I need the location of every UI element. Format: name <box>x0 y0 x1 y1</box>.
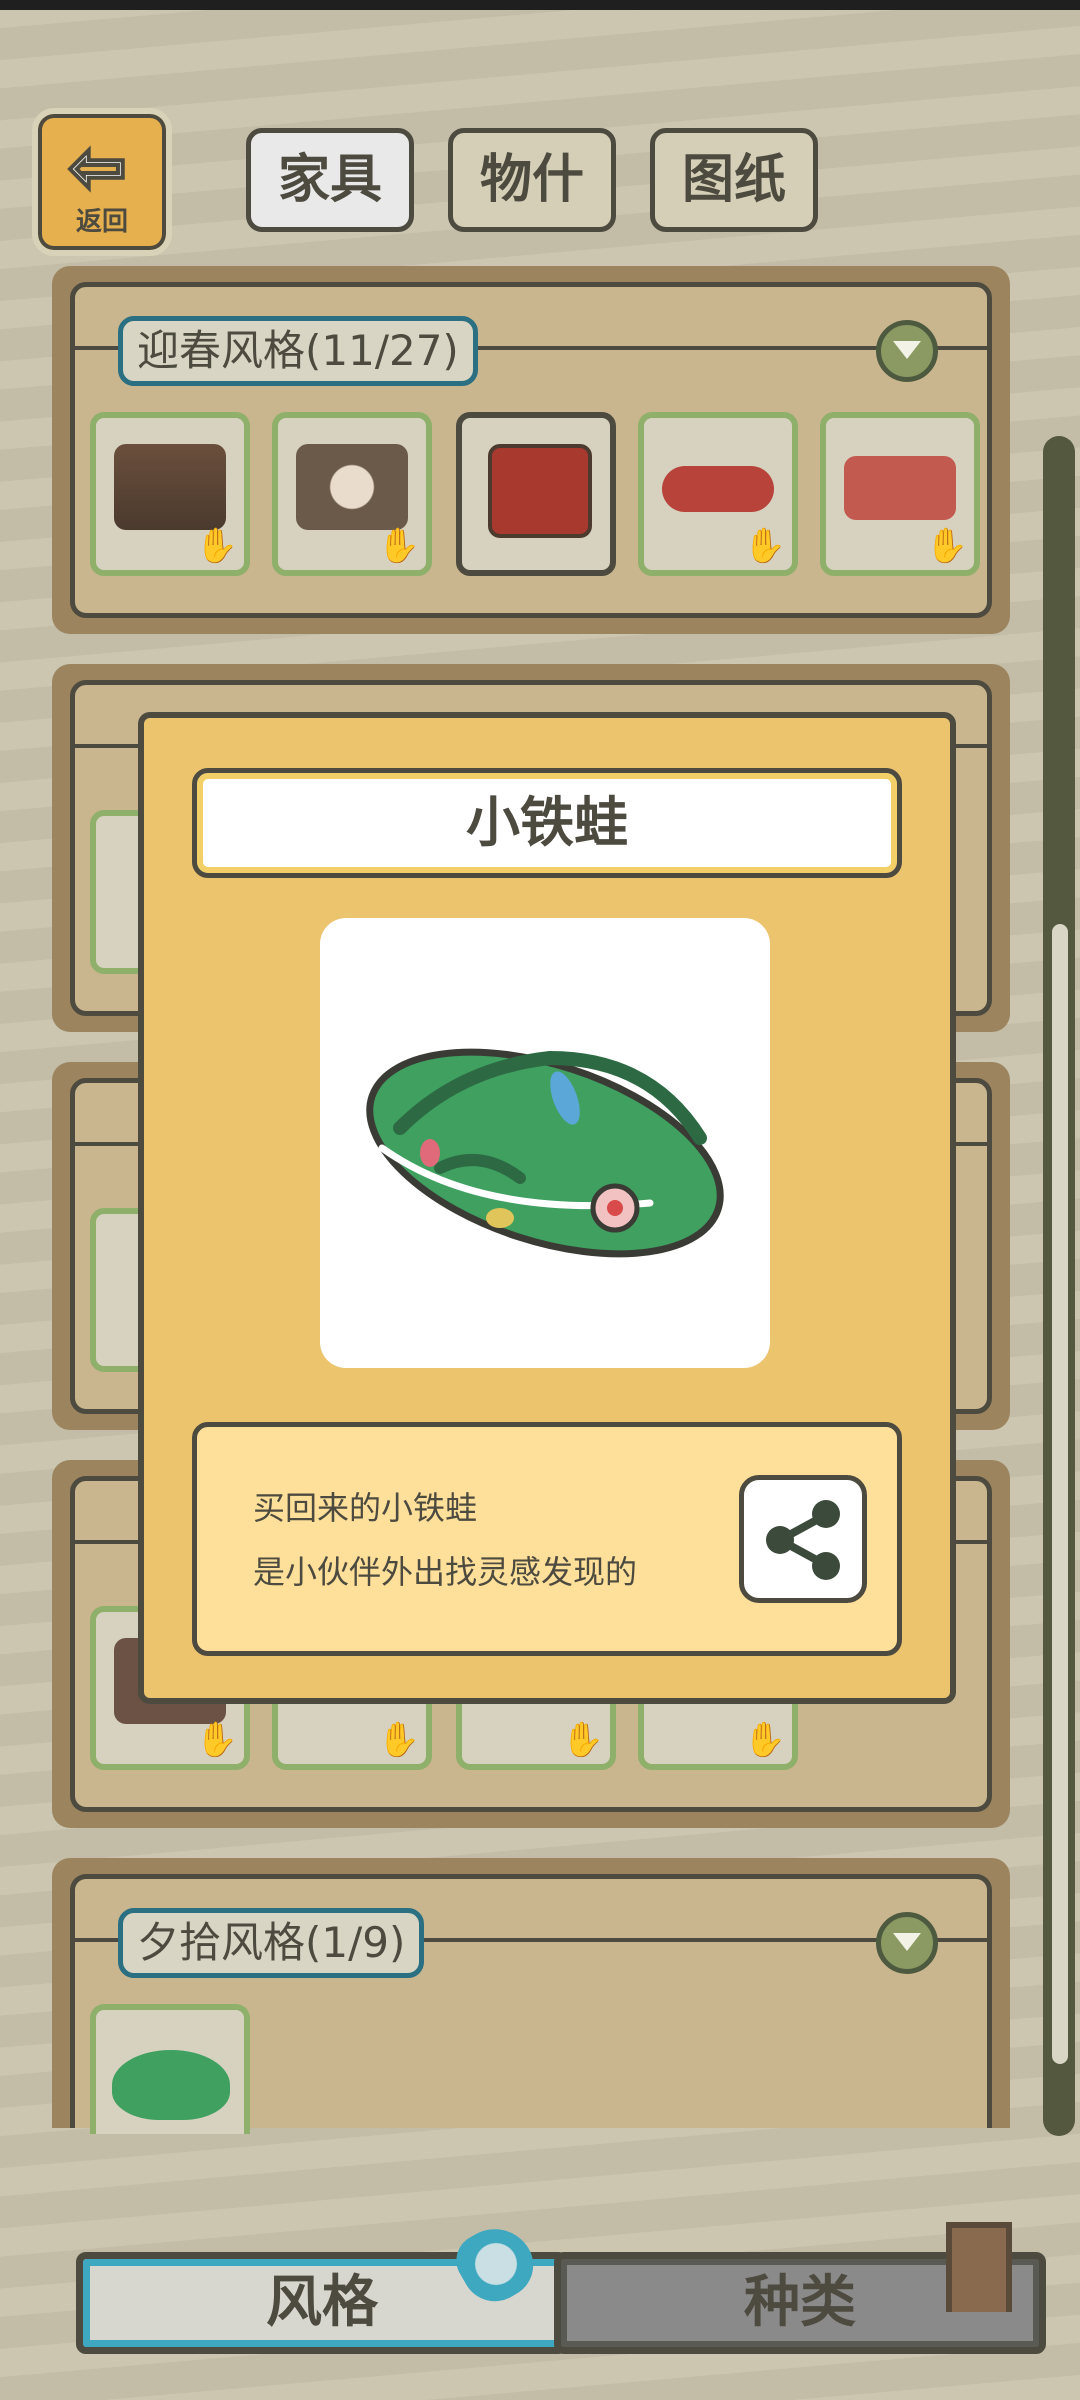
scrolls-icon <box>662 466 774 512</box>
section-panel-spring: 迎春风格(11/27) ✋ ✋ ✋ ✋ <box>52 266 1010 634</box>
tab-items[interactable]: 物什 <box>448 128 616 232</box>
paw-icon: ✋ <box>743 1720 786 1760</box>
item-slot-iron-frog[interactable] <box>90 2004 250 2134</box>
item-preview <box>320 918 770 1368</box>
back-label: 返回 <box>75 207 128 237</box>
tab-blueprints[interactable]: 图纸 <box>650 128 818 232</box>
paw-icon: ✋ <box>195 526 238 566</box>
paw-icon: ✋ <box>925 526 968 566</box>
item-detail-dialog: 小铁蛙 买回来的小铁蛙 是小伙伴外出找灵感发现的 <box>138 712 956 1704</box>
section-title-spring[interactable]: 迎春风格(11/27) <box>118 316 478 386</box>
share-button[interactable] <box>739 1475 867 1603</box>
chair-icon <box>946 2222 1012 2312</box>
item-slot-scrolls[interactable]: ✋ <box>638 412 798 576</box>
bed-icon <box>844 456 956 520</box>
collapse-toggle-icon[interactable] <box>876 1912 938 1974</box>
window-frame-icon <box>296 444 408 530</box>
item-slot-red-cabinet[interactable] <box>456 412 616 576</box>
paw-icon: ✋ <box>377 1720 420 1760</box>
frog-icon <box>112 2050 230 2120</box>
item-slot-bed[interactable]: ✋ <box>820 412 980 576</box>
logs-icon <box>114 444 226 530</box>
paw-icon: ✋ <box>743 526 786 566</box>
section-panel-evening: 夕拾风格(1/9) <box>52 1858 1010 2134</box>
item-title: 小铁蛙 <box>192 768 902 878</box>
paw-icon: ✋ <box>561 1720 604 1760</box>
description-line-2: 是小伙伴外出找灵感发现的 <box>253 1553 638 1591</box>
section-title-evening[interactable]: 夕拾风格(1/9) <box>118 1908 425 1978</box>
back-arrow-icon: ⇦ <box>66 126 129 208</box>
cabinet-icon <box>488 444 592 538</box>
status-bar <box>0 0 1080 10</box>
tab-furniture[interactable]: 家具 <box>246 128 414 232</box>
item-slot-window-frame[interactable]: ✋ <box>272 412 432 576</box>
iron-frog-icon <box>366 1048 724 1258</box>
item-slot-logs[interactable]: ✋ <box>90 412 250 576</box>
paw-icon: ✋ <box>377 526 420 566</box>
scrollbar-thumb[interactable] <box>1052 924 1068 2064</box>
share-icon <box>766 1500 840 1580</box>
paw-icon: ✋ <box>195 1720 238 1760</box>
collapse-toggle-icon[interactable] <box>876 320 938 382</box>
item-description-box: 买回来的小铁蛙 是小伙伴外出找灵感发现的 <box>192 1422 902 1656</box>
description-line-1: 买回来的小铁蛙 <box>253 1489 478 1527</box>
back-button[interactable]: ⇦ 返回 <box>32 108 172 256</box>
